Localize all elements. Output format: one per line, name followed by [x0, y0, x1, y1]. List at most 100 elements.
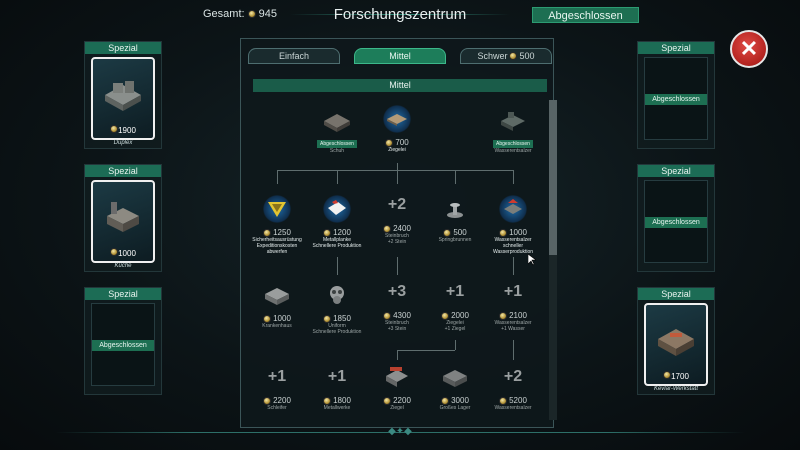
node-subtitle: +1 Wasser: [501, 326, 525, 332]
desalinator-icon: [483, 104, 543, 138]
research-node-steinbruch-3[interactable]: +3 4300 Steinbruch +3 Stein: [367, 275, 427, 332]
research-node-steinbruch-2[interactable]: +2 2400 Steinbruch +2 Stein: [367, 188, 427, 245]
right-slot-1[interactable]: Spezial Abgeschlossen: [637, 41, 715, 149]
research-node-schuh[interactable]: Abgeschlossen Schuh: [307, 104, 367, 154]
tab-schwer[interactable]: Schwer 500: [460, 48, 552, 64]
research-node-ziegel[interactable]: 2200 Ziegel: [367, 360, 427, 411]
card-label: Duplex: [113, 140, 133, 146]
research-node-krankenhaus[interactable]: 1000 Krankenhaus: [247, 278, 307, 329]
research-node-uniform[interactable]: 1850 Uniform Schnellere Produktion: [307, 278, 367, 335]
node-subtitle: Expeditionskosten abwerfen: [256, 243, 298, 255]
building-card-kevlar[interactable]: 1700: [644, 303, 708, 386]
node-price: 2400: [367, 224, 427, 233]
coin-icon: [383, 224, 392, 233]
coin-icon: [499, 228, 508, 237]
coin-icon: [383, 311, 392, 320]
research-node-wasserentsalzer-3[interactable]: +1 2100 Wasserentsalzer +1 Wasser: [483, 275, 543, 332]
coin-icon: [441, 311, 450, 320]
total-value: 945: [258, 8, 277, 20]
node-price: 2100: [483, 311, 543, 320]
node-subtitle: +1 Ziegel: [444, 326, 466, 332]
coin-icon: [383, 396, 392, 405]
coin-icon: [323, 314, 332, 323]
coin-icon: [110, 125, 119, 133]
node-subtitle: +2 Stein: [387, 239, 407, 245]
research-node-sicherheitsausruestung[interactable]: 1250 Sicherheitsausrüstung Expeditionsko…: [247, 192, 307, 255]
kevlar-workshop-icon: [658, 329, 694, 356]
research-node-wasserentsalzer-4[interactable]: +2 5200 Wasserentsalzer: [483, 360, 543, 411]
building-card-duplex[interactable]: 1900: [91, 57, 155, 140]
left-slot-2[interactable]: Spezial 1000 Küche: [84, 164, 162, 272]
research-node-springbrunnen[interactable]: 500 Springbrunnen: [425, 192, 485, 243]
left-slot-1[interactable]: Spezial 1900 Duplex: [84, 41, 162, 149]
coin-icon: [323, 228, 332, 237]
card-price: 1900: [93, 125, 153, 135]
research-node-schleifer[interactable]: +1 2200 Schleifer: [247, 360, 307, 411]
scrollbar-thumb[interactable]: [549, 100, 557, 255]
tab-mittel[interactable]: Mittel: [354, 48, 446, 64]
coin-icon: [263, 396, 272, 405]
brick-building-icon: [367, 360, 427, 394]
right-slot-3[interactable]: Spezial 1700 Kevlar-Werkstatt: [637, 287, 715, 395]
research-node-metallplanke[interactable]: 1200 Metallplanke Schnellere Produktion: [307, 192, 367, 249]
right-slot-2[interactable]: Spezial Abgeschlossen: [637, 164, 715, 272]
close-button[interactable]: ✕: [730, 30, 768, 68]
completed-badge: Abgeschlossen: [645, 94, 707, 105]
fountain-icon: [425, 192, 485, 226]
tree-connector: [455, 340, 456, 350]
water-drop-icon: +1: [503, 283, 523, 300]
tab-einfach[interactable]: Einfach: [248, 48, 340, 64]
node-name: Metallwerke: [323, 405, 351, 411]
tree-connector: [397, 350, 398, 360]
node-price: 1000: [483, 228, 543, 237]
coin-icon: [509, 52, 518, 60]
desalinator-icon: [483, 192, 543, 226]
node-name: Wasserentsalzer: [494, 405, 532, 411]
slot-head: Spezial: [638, 165, 714, 177]
tree-connector: [337, 170, 338, 184]
research-node-ziegelei[interactable]: 700 Ziegelei: [367, 102, 427, 153]
node-price: 1250: [247, 228, 307, 237]
stone-quarry-icon: +2: [387, 196, 407, 213]
tree-connector: [277, 170, 278, 184]
research-node-metallwerke[interactable]: +1 1800 Metallwerke: [307, 360, 367, 411]
gas-mask-icon: [307, 278, 367, 312]
coin-icon: [247, 10, 256, 18]
node-name: Großes Lager: [439, 405, 471, 411]
node-price: 4300: [367, 311, 427, 320]
node-name: Ziegelei: [388, 147, 406, 153]
total-currency: Gesamt: 945: [203, 8, 277, 20]
node-price: 2200: [247, 396, 307, 405]
completed-badge: Abgeschlossen: [92, 340, 154, 351]
tree-connector: [337, 257, 338, 275]
slot-head: Spezial: [85, 288, 161, 300]
brick-wall-icon: +1: [445, 283, 465, 300]
tree-connector: [397, 350, 455, 351]
tree-connector: [277, 170, 513, 171]
research-node-wasserentsalzer-1[interactable]: Abgeschlossen Wasserentsalzer: [483, 104, 543, 154]
node-price: 2000: [425, 311, 485, 320]
completed-badge: Abgeschlossen: [317, 140, 357, 148]
node-subtitle: Schnellere Produktion: [312, 243, 362, 249]
page-title: Forschungszentrum: [333, 6, 467, 23]
research-node-grosses-lager[interactable]: 3000 Großes Lager: [425, 360, 485, 411]
left-slot-3[interactable]: Spezial Abgeschlossen: [84, 287, 162, 395]
card-price: 1000: [93, 248, 153, 258]
tree-connector: [455, 170, 456, 184]
research-node-wasserentsalzer-2[interactable]: 1000 Wasserentsalzer schneller Wasserpro…: [483, 192, 543, 255]
node-price: 1000: [247, 314, 307, 323]
tree-connector: [513, 170, 514, 184]
metal-plank-icon: [307, 192, 367, 226]
ornament-icon: ◆✦◆: [388, 426, 412, 437]
building-card-kueche[interactable]: 1000: [91, 180, 155, 263]
slot-head: Spezial: [638, 288, 714, 300]
header-status-badge: Abgeschlossen: [532, 7, 639, 23]
node-price: 2200: [367, 396, 427, 405]
node-price: 1200: [307, 228, 367, 237]
research-node-ziegelei-1[interactable]: +1 2000 Ziegelei +1 Ziegel: [425, 275, 485, 332]
node-subtitle: Schnellere Produktion: [312, 329, 362, 335]
card-label: Küche: [114, 263, 132, 269]
coin-icon: [385, 138, 394, 147]
total-label: Gesamt:: [203, 8, 245, 20]
coin-icon: [441, 396, 450, 405]
